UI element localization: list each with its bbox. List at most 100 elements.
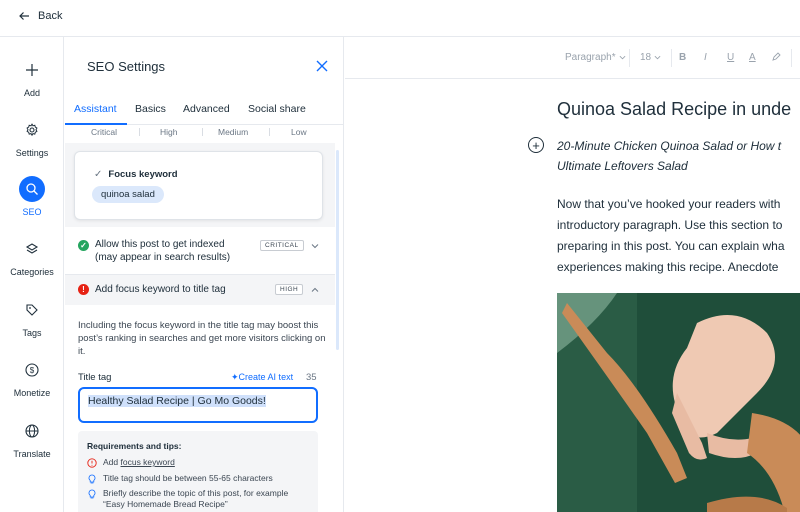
focus-keyword-heading: ✓ Focus keyword [94,169,178,180]
search-icon [19,176,45,202]
salad-spoon-photo [557,293,800,512]
panel-scrollbar[interactable] [336,150,339,350]
post-body-paragraph[interactable]: Now that you’ve hooked your readers with… [557,194,800,278]
check-row-line: Allow this post to get indexed [95,239,225,250]
check-row-title-tag[interactable]: ! Add focus keyword to title tag HIGH [65,275,335,305]
level-medium: Medium [218,127,249,137]
title-tag-value: Healthy Salad Recipe | Go Mo Goods! [88,395,266,407]
tip-text: Add focus keyword [103,457,175,468]
priority-badge: CRITICAL [260,240,304,251]
chevron-up-icon[interactable] [311,286,319,294]
check-row-indexing[interactable]: ✓ Allow this post to get indexed (may ap… [65,229,335,274]
lightbulb-icon [88,489,96,499]
tab-basics[interactable]: Basics [135,103,166,115]
focus-keyword-card[interactable]: ✓ Focus keyword quinoa salad [74,151,323,220]
divider [269,128,270,136]
back-button[interactable]: Back [18,10,62,22]
level-critical: Critical [91,127,117,137]
tip-prefix: Add [103,457,121,467]
body-line: introductory paragraph. Use this section… [557,218,783,232]
highlighter-icon [772,52,781,61]
post-subtitle[interactable]: 20-Minute Chicken Quinoa Salad or How t … [557,136,800,176]
subtitle-line: Ultimate Leftovers Salad [557,159,688,173]
chevron-down-icon[interactable] [311,242,319,250]
add-block-button[interactable]: + [528,137,544,153]
check-row-line: (may appear in search results) [95,252,231,263]
tab-advanced[interactable]: Advanced [183,103,230,115]
gear-icon [19,117,45,143]
create-ai-text-link[interactable]: ✦Create AI text [231,372,293,383]
tip-item: Add focus keyword [87,457,315,468]
sidebar-item-label: Settings [15,148,49,158]
tag-icon [19,297,45,323]
title-tag-description: Including the focus keyword in the title… [78,320,326,357]
subtitle-line: 20-Minute Chicken Quinoa Salad or How t [557,139,782,153]
tips-title: Requirements and tips: [87,441,182,451]
level-low: Low [291,127,307,137]
priority-levels: Critical High Medium Low [65,125,335,139]
chevron-down-icon [654,55,661,60]
tip-text: Briefly describe the topic of this post,… [103,488,288,510]
character-count: 35 [306,372,317,383]
level-high: High [160,127,178,137]
tip-item: Briefly describe the topic of this post,… [87,488,315,510]
focus-keyword-chip[interactable]: quinoa salad [92,186,164,203]
paragraph-style-value: Paragraph* [565,52,616,63]
tab-social-share[interactable]: Social share [248,103,306,115]
body-line: Now that you’ve hooked your readers with [557,197,781,211]
post-image[interactable] [557,293,800,512]
sidebar-item-categories[interactable]: Categories [0,236,64,277]
formatting-toolbar: Paragraph* 18 B I U A [345,37,800,79]
sidebar-item-label: Add [23,88,40,98]
tip-text: Title tag should be between 55-65 charac… [103,473,273,483]
divider [791,49,792,67]
sidebar-item-tags[interactable]: Tags [0,297,64,338]
check-row-text: Allow this post to get indexed (may appe… [95,238,230,264]
focus-keyword-section: ✓ Focus keyword quinoa salad [65,143,335,227]
sidebar-item-monetize[interactable]: $ Monetize [0,357,64,398]
highlight-button[interactable] [771,52,781,62]
sidebar-item-seo[interactable]: SEO [0,176,64,217]
requirements-tips-box: Requirements and tips: Add focus keyword… [78,431,318,512]
left-sidebar: Add Settings SEO Categories Tags $ Monet… [0,37,64,512]
sidebar-item-settings[interactable]: Settings [0,117,64,158]
close-icon[interactable] [315,59,329,73]
sidebar-item-label: Monetize [13,388,51,398]
font-size-value: 18 [640,52,652,63]
focus-keyword-title: Focus keyword [108,169,178,180]
plus-icon [19,57,45,83]
check-row-text: Add focus keyword to title tag [95,284,226,295]
warning-icon [87,458,97,468]
divider [202,128,203,136]
categories-icon [19,236,45,262]
text-color-button[interactable]: A [749,52,756,63]
body-line: preparing in this post. You can explain … [557,239,785,253]
paragraph-style-select[interactable]: Paragraph* [565,52,626,63]
check-pass-icon: ✓ [78,240,89,251]
title-tag-input[interactable]: Healthy Salad Recipe | Go Mo Goods! [78,387,318,423]
bold-button[interactable]: B [679,52,686,63]
italic-button[interactable]: I [704,52,707,63]
panel-title: SEO Settings [87,59,166,74]
divider [139,128,140,136]
sidebar-item-add[interactable]: Add [0,57,64,98]
post-editor: Paragraph* 18 B I U A Quinoa Salad Recip… [345,37,800,512]
chevron-down-icon [619,55,626,60]
tip-item: Title tag should be between 55-65 charac… [87,473,315,484]
underline-button[interactable]: U [727,52,734,63]
lightbulb-icon [88,474,96,484]
tab-assistant[interactable]: Assistant [74,103,117,115]
divider [671,49,672,67]
sidebar-item-label: Translate [13,449,51,459]
back-label: Back [38,10,63,22]
tab-bar: Assistant Basics Advanced Social share [65,99,343,125]
post-title[interactable]: Quinoa Salad Recipe in unde [557,99,791,120]
title-tag-label: Title tag [78,372,112,383]
font-size-select[interactable]: 18 [640,52,661,63]
sidebar-item-label: SEO [22,207,42,217]
top-bar: Back [0,0,800,37]
focus-keyword-link[interactable]: focus keyword [121,457,175,467]
globe-icon [19,418,45,444]
sidebar-item-translate[interactable]: Translate [0,418,64,459]
dollar-icon: $ [19,357,45,383]
